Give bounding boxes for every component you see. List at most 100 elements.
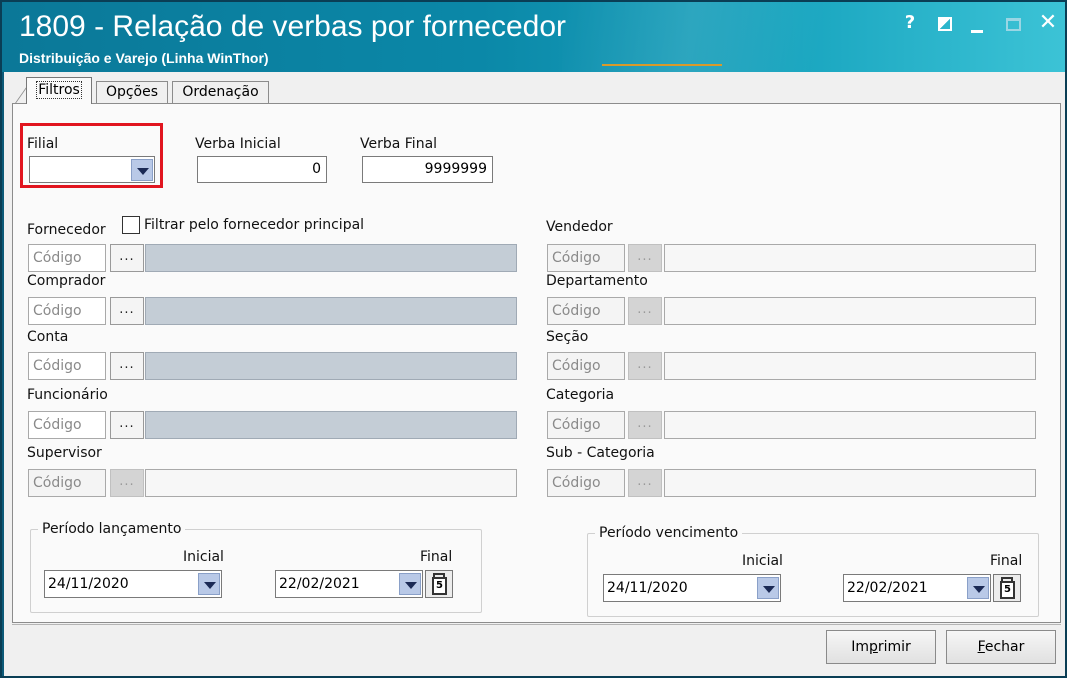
secao-label: Seção — [546, 329, 589, 345]
comprador-label: Comprador — [27, 273, 106, 289]
secao-code-input[interactable]: Código — [547, 352, 625, 380]
minimize-button[interactable] — [966, 12, 990, 36]
vencimento-final-value: 22/02/2021 — [847, 580, 928, 596]
vendedor-code-input[interactable]: Código — [547, 244, 625, 272]
close-button[interactable]: ✕ — [1036, 12, 1060, 36]
funcionario-browse-button[interactable]: ... — [110, 411, 144, 439]
secao-browse-button: ... — [628, 352, 662, 380]
calendar-icon: 5 — [1000, 581, 1015, 599]
tab-strip: Filtros Opções Ordenação — [4, 72, 1065, 106]
periodo-vencimento-group: Período vencimento — [587, 525, 1039, 617]
verba-final-label: Verba Final — [360, 136, 438, 152]
funcionario-label: Funcionário — [27, 387, 108, 403]
fornecedor-description — [145, 244, 517, 272]
maximize-icon — [1006, 18, 1021, 31]
footer-divider — [12, 624, 1061, 625]
fornecedor-principal-checkbox[interactable] — [122, 216, 140, 234]
supervisor-label: Supervisor — [27, 445, 102, 461]
calendar-day: 5 — [436, 580, 443, 591]
vencimento-inicial-dropdown-button[interactable] — [757, 577, 779, 599]
comprador-description — [145, 297, 517, 325]
supervisor-browse-button: ... — [110, 469, 144, 497]
lancamento-inicial-date[interactable]: 24/11/2020 — [44, 570, 222, 598]
imprimir-label-a: Im — [851, 639, 869, 655]
departamento-browse-button: ... — [628, 297, 662, 325]
lancamento-final-dropdown-button[interactable] — [399, 573, 421, 595]
lancamento-final-value: 22/02/2021 — [279, 576, 360, 592]
restore-layout-button[interactable] — [934, 12, 958, 36]
vencimento-final-label: Final — [990, 553, 1023, 569]
fechar-accesskey: F — [977, 639, 985, 655]
imprimir-label-b: rimir — [877, 639, 911, 655]
calendar-day: 5 — [1004, 584, 1011, 595]
vencimento-inicial-value: 24/11/2020 — [607, 580, 688, 596]
funcionario-code-input[interactable]: Código — [28, 411, 106, 439]
client-area: Filtros Opções Ordenação Filial Verba In… — [4, 72, 1065, 676]
secao-description — [664, 352, 1036, 380]
subcategoria-browse-button: ... — [628, 469, 662, 497]
help-button[interactable]: ? — [898, 12, 922, 36]
comprador-browse-button[interactable]: ... — [110, 297, 144, 325]
periodo-lancamento-group: Período lançamento — [30, 521, 482, 613]
supervisor-code-input[interactable]: Código — [28, 469, 106, 497]
verba-final-input[interactable]: 9999999 — [362, 156, 493, 183]
fornecedor-code-input[interactable]: Código — [28, 244, 106, 272]
filial-highlight-box — [20, 123, 163, 188]
vendedor-label: Vendedor — [546, 219, 613, 235]
vendedor-browse-button: ... — [628, 244, 662, 272]
categoria-label: Categoria — [546, 387, 615, 403]
conta-browse-button[interactable]: ... — [110, 352, 144, 380]
departamento-code-input[interactable]: Código — [547, 297, 625, 325]
restore-layout-icon — [938, 17, 952, 31]
vencimento-final-date[interactable]: 22/02/2021 — [843, 574, 991, 602]
title-bar-accent — [602, 64, 722, 66]
conta-code-input[interactable]: Código — [28, 352, 106, 380]
categoria-browse-button: ... — [628, 411, 662, 439]
tab-filtros-label: Filtros — [36, 81, 82, 99]
minimize-icon — [971, 30, 983, 33]
fechar-button[interactable]: Fechar — [946, 630, 1056, 664]
filtros-panel: Filial Verba Inicial 0 Verba Final 99999… — [12, 103, 1061, 623]
funcionario-description — [145, 411, 517, 439]
window-title: 1809 - Relação de verbas por fornecedor — [19, 10, 567, 43]
calendar-icon: 5 — [432, 577, 447, 595]
subcategoria-description — [664, 469, 1036, 497]
vencimento-final-dropdown-button[interactable] — [967, 577, 989, 599]
lancamento-inicial-dropdown-button[interactable] — [198, 573, 220, 595]
periodo-lancamento-legend: Período lançamento — [42, 521, 182, 537]
categoria-code-input[interactable]: Código — [547, 411, 625, 439]
periodo-vencimento-legend: Período vencimento — [599, 525, 739, 541]
conta-label: Conta — [27, 329, 69, 345]
verba-inicial-label: Verba Inicial — [195, 136, 281, 152]
vencimento-calendar-button[interactable]: 5 — [993, 574, 1021, 602]
title-bar[interactable]: 1809 - Relação de verbas por fornecedor … — [2, 2, 1065, 72]
imprimir-button[interactable]: Imprimir — [826, 630, 936, 664]
subcategoria-code-input[interactable]: Código — [547, 469, 625, 497]
app-window: 1809 - Relação de verbas por fornecedor … — [0, 0, 1067, 678]
subcategoria-label: Sub - Categoria — [546, 445, 655, 461]
tab-ordenacao[interactable]: Ordenação — [172, 81, 269, 104]
maximize-button[interactable] — [1002, 12, 1026, 36]
categoria-description — [664, 411, 1036, 439]
lancamento-inicial-value: 24/11/2020 — [48, 576, 129, 592]
vencimento-inicial-label: Inicial — [742, 553, 783, 569]
tab-filtros[interactable]: Filtros — [26, 77, 92, 104]
lancamento-final-date[interactable]: 22/02/2021 — [275, 570, 423, 598]
conta-description — [145, 352, 517, 380]
fornecedor-browse-button[interactable]: ... — [110, 244, 144, 272]
lancamento-calendar-button[interactable]: 5 — [425, 570, 453, 598]
title-bar-glare — [562, 2, 882, 72]
lancamento-inicial-label: Inicial — [183, 549, 224, 565]
vencimento-inicial-date[interactable]: 24/11/2020 — [603, 574, 781, 602]
verba-inicial-input[interactable]: 0 — [197, 156, 327, 183]
supervisor-description — [145, 469, 517, 497]
fechar-label: echar — [984, 639, 1025, 655]
departamento-label: Departamento — [546, 273, 648, 289]
tab-opcoes[interactable]: Opções — [96, 81, 168, 104]
lancamento-final-label: Final — [420, 549, 453, 565]
fornecedor-label: Fornecedor — [27, 222, 106, 238]
departamento-description — [664, 297, 1036, 325]
comprador-code-input[interactable]: Código — [28, 297, 106, 325]
vendedor-description — [664, 244, 1036, 272]
fornecedor-principal-label: Filtrar pelo fornecedor principal — [144, 217, 365, 233]
